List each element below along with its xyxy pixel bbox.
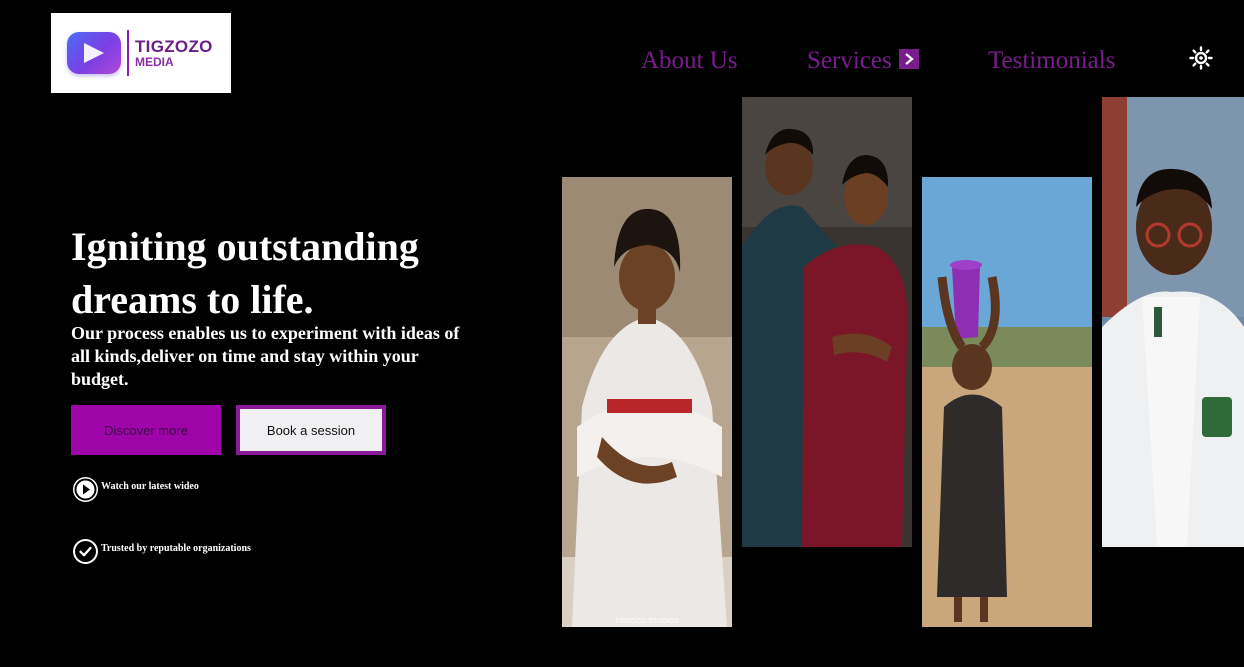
- discover-more-button[interactable]: Discover more: [71, 405, 221, 455]
- trusted-label: Trusted by reputable organizations: [101, 543, 251, 554]
- gallery-photo-student: [1102, 97, 1244, 547]
- hero-subtitle: Our process enables us to experiment wit…: [71, 323, 460, 389]
- sun-icon[interactable]: [1189, 46, 1213, 70]
- gallery-photo-couple: [742, 97, 912, 547]
- check-icon: [73, 539, 98, 564]
- book-session-button[interactable]: Book a session: [236, 405, 386, 455]
- trusted-badge: Trusted by reputable organizations: [73, 539, 251, 564]
- watch-video-link[interactable]: Watch our latest wideo: [73, 477, 199, 502]
- nav-about-us[interactable]: About Us: [641, 46, 738, 76]
- chevron-right-icon[interactable]: [899, 49, 919, 69]
- nav-testimonials[interactable]: Testimonials: [988, 46, 1115, 76]
- gallery-photo-child-bucket: [922, 177, 1092, 627]
- watch-video-label: Watch our latest wideo: [101, 481, 199, 492]
- photo-watermark: TIGZOZO STUDIOS: [614, 618, 680, 625]
- hero-title: Igniting outstanding dreams to life.: [71, 224, 419, 322]
- main-nav: About Us Services Testimonials: [0, 46, 1244, 76]
- play-icon: [73, 477, 98, 502]
- nav-services[interactable]: Services: [807, 46, 892, 76]
- gallery-photo-bride: TIGZOZO STUDIOS: [562, 177, 732, 627]
